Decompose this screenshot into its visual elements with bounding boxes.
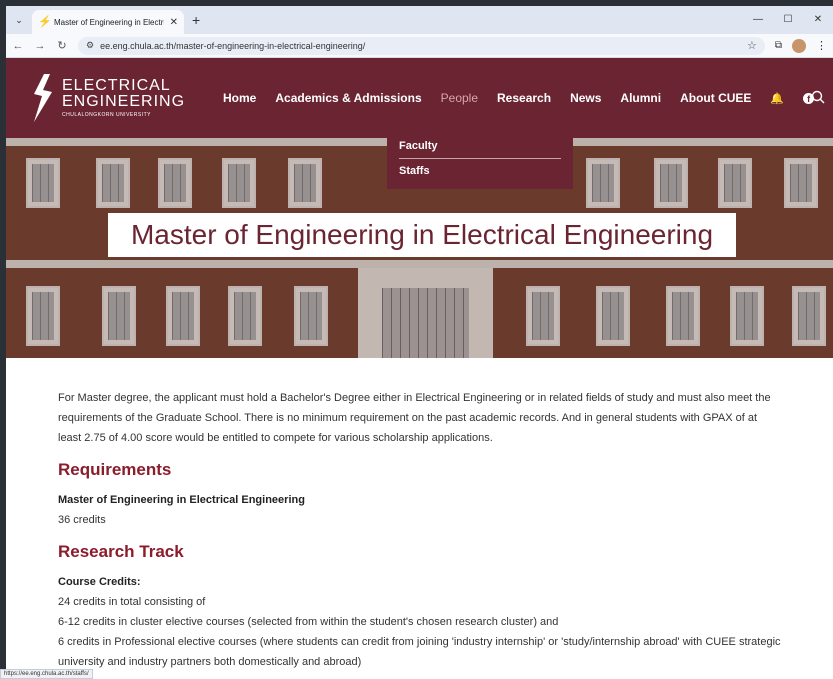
forward-icon[interactable]: → (34, 40, 46, 52)
credits-line-1: 24 credits in total consisting of (58, 596, 206, 608)
url-text[interactable]: ee.eng.chula.ac.th/master-of-engineering… (100, 41, 365, 51)
tab-bar: ⌄ ⚡ Master of Engineering in Electri ✕ +… (6, 6, 833, 34)
logo-text: ELECTRICAL ENGINEERING CHULALONGKORN UNI… (62, 78, 185, 118)
browser-menu-icon[interactable]: ⋮ (816, 39, 827, 52)
tab-title: Master of Engineering in Electri (54, 17, 164, 27)
research-track-heading: Research Track (58, 542, 184, 561)
nav-news[interactable]: News (570, 91, 601, 105)
requirements-heading: Requirements (58, 460, 172, 479)
extensions-icon[interactable]: ⧉ (775, 40, 782, 51)
address-bar-row: ← → ↻ ⚙ ee.eng.chula.ac.th/master-of-eng… (6, 34, 833, 58)
minimize-icon[interactable]: — (743, 6, 773, 34)
search-icon[interactable] (811, 90, 825, 104)
bell-icon[interactable]: 🔔 (770, 92, 784, 105)
nav-people[interactable]: People (441, 91, 478, 105)
site-logo[interactable]: ELECTRICAL ENGINEERING CHULALONGKORN UNI… (30, 72, 185, 124)
people-dropdown-menu: Faculty Staffs (387, 128, 573, 189)
lightning-logo-icon (34, 74, 52, 122)
reload-icon[interactable]: ↻ (56, 39, 68, 52)
program-name: Master of Engineering in Electrical Engi… (58, 494, 305, 506)
site-favicon-icon: ⚡ (38, 16, 52, 28)
new-tab-icon[interactable]: + (192, 12, 200, 28)
credits-line-3: 6 credits in Professional elective cours… (58, 636, 781, 668)
logo-line1: ELECTRICAL (62, 77, 171, 94)
address-bar[interactable]: ⚙ ee.eng.chula.ac.th/master-of-engineeri… (78, 36, 765, 55)
page-title: Master of Engineering in Electrical Engi… (108, 213, 736, 257)
website: ELECTRICAL ENGINEERING CHULALONGKORN UNI… (6, 58, 833, 679)
site-info-icon[interactable]: ⚙ (86, 40, 94, 51)
main-content: For Master degree, the applicant must ho… (6, 358, 833, 672)
dropdown-item-faculty[interactable]: Faculty (399, 134, 561, 158)
tab-search-icon[interactable]: ⌄ (6, 6, 32, 34)
status-bar-url: https://ee.eng.chula.ac.th/staffs/ (0, 669, 93, 679)
program-credits: 36 credits (58, 514, 106, 526)
nav-academics[interactable]: Academics & Admissions (275, 91, 421, 105)
bookmark-star-icon[interactable]: ☆ (747, 39, 757, 52)
main-nav: Home Academics & Admissions People Resea… (223, 91, 815, 105)
close-window-icon[interactable]: ✕ (803, 6, 833, 34)
browser-window: ⌄ ⚡ Master of Engineering in Electri ✕ +… (6, 6, 833, 679)
site-header: ELECTRICAL ENGINEERING CHULALONGKORN UNI… (6, 58, 833, 138)
logo-line3: CHULALONGKORN UNIVERSITY (62, 112, 151, 118)
window-controls: — ☐ ✕ (743, 6, 833, 34)
close-tab-icon[interactable]: ✕ (170, 17, 178, 28)
nav-about[interactable]: About CUEE (680, 91, 751, 105)
nav-research[interactable]: Research (497, 91, 551, 105)
profile-avatar[interactable] (792, 38, 806, 53)
browser-tab[interactable]: ⚡ Master of Engineering in Electri ✕ (32, 10, 184, 34)
maximize-icon[interactable]: ☐ (773, 6, 803, 34)
course-credits-label: Course Credits: (58, 576, 141, 588)
dropdown-item-staffs[interactable]: Staffs (399, 159, 561, 183)
logo-line2: ENGINEERING (62, 93, 186, 110)
nav-home[interactable]: Home (223, 91, 256, 105)
intro-paragraph: For Master degree, the applicant must ho… (58, 392, 771, 444)
back-icon[interactable]: ← (12, 40, 24, 52)
credits-line-2: 6-12 credits in cluster elective courses… (58, 616, 559, 628)
nav-alumni[interactable]: Alumni (620, 91, 661, 105)
